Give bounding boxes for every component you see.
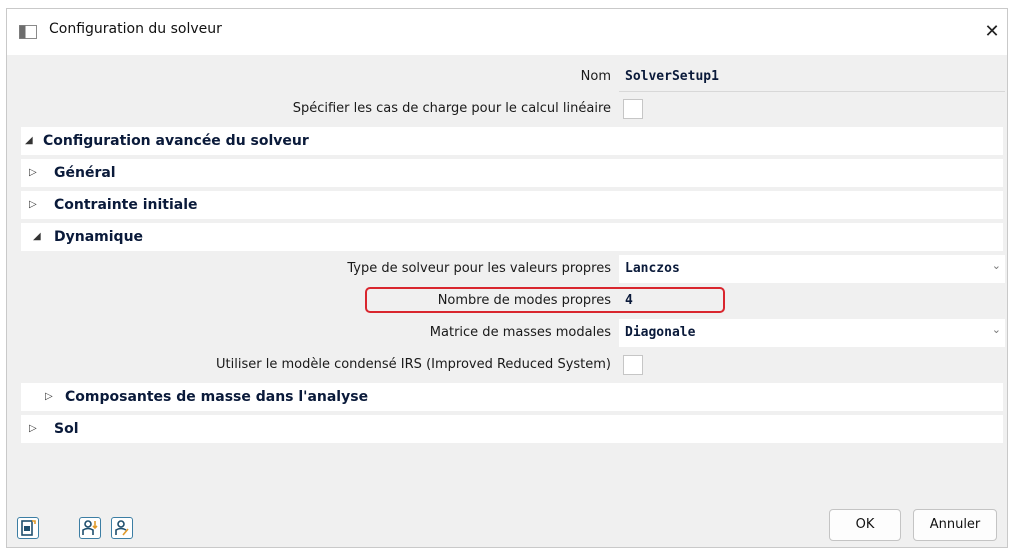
title-bar: Configuration du solveur ✕ — [7, 9, 1007, 55]
dialog-title: Configuration du solveur — [49, 21, 222, 37]
nom-label: Nom — [580, 69, 611, 84]
expanded-icon: ◢ — [33, 231, 41, 242]
expanded-icon: ◢ — [25, 135, 33, 146]
row-type-solveur: Type de solveur pour les valeurs propres… — [21, 255, 1005, 284]
row-matrice: Matrice de masses modales Diagonale ⌄ — [21, 319, 1005, 348]
sort-users-icon-glyph — [82, 520, 98, 535]
window-icon — [19, 25, 37, 39]
section-label: Configuration avancée du solveur — [43, 133, 309, 149]
chevron-down-icon: ⌄ — [991, 259, 1001, 272]
section-dynamique[interactable]: ◢ Dynamique — [21, 223, 1003, 251]
collapsed-icon: ▷ — [45, 391, 53, 402]
user-filter-icon[interactable] — [111, 517, 133, 539]
row-specifier: Spécifier les cas de charge pour le calc… — [21, 95, 1003, 124]
row-irs: Utiliser le modèle condensé IRS (Improve… — [21, 351, 1003, 380]
highlight-box — [365, 287, 725, 313]
export-document-icon-glyph — [21, 520, 36, 536]
collapsed-icon: ▷ — [29, 199, 37, 210]
section-general[interactable]: ▷ Général — [21, 159, 1003, 187]
row-nom: Nom SolverSetup1 — [21, 63, 1005, 92]
section-label: Dynamique — [54, 229, 144, 245]
close-button[interactable]: ✕ — [977, 15, 1007, 49]
specifier-label: Spécifier les cas de charge pour le calc… — [292, 101, 611, 116]
ok-button[interactable]: OK — [829, 509, 901, 541]
nom-field[interactable]: SolverSetup1 — [619, 63, 1005, 91]
section-label: Composantes de masse dans l'analyse — [65, 389, 369, 405]
chevron-down-icon: ⌄ — [991, 323, 1001, 336]
export-document-icon[interactable] — [17, 517, 39, 539]
matrice-label: Matrice de masses modales — [429, 325, 611, 340]
matrice-value: Diagonale — [625, 325, 696, 340]
section-composantes[interactable]: ▷ Composantes de masse dans l'analyse — [21, 383, 1003, 411]
nom-value: SolverSetup1 — [625, 69, 719, 84]
section-config-avancee[interactable]: ◢ Configuration avancée du solveur — [21, 127, 1003, 155]
close-icon: ✕ — [984, 21, 1000, 42]
property-grid: Nom SolverSetup1 Spécifier les cas de ch… — [21, 63, 1005, 469]
cancel-button[interactable]: Annuler — [913, 509, 997, 541]
specifier-checkbox[interactable] — [623, 99, 643, 119]
collapsed-icon: ▷ — [29, 423, 37, 434]
type-solveur-value: Lanczos — [625, 261, 680, 276]
solver-config-dialog: Configuration du solveur ✕ Nom SolverSet… — [6, 8, 1008, 548]
section-label: Contrainte initiale — [54, 197, 198, 213]
irs-checkbox[interactable] — [623, 355, 643, 375]
matrice-select[interactable]: Diagonale ⌄ — [619, 319, 1005, 347]
section-sol[interactable]: ▷ Sol — [21, 415, 1003, 443]
irs-label: Utiliser le modèle condensé IRS (Improve… — [216, 357, 611, 372]
type-solveur-label: Type de solveur pour les valeurs propres — [347, 261, 611, 276]
section-label: Sol — [54, 421, 79, 437]
type-solveur-select[interactable]: Lanczos ⌄ — [619, 255, 1005, 283]
section-contrainte[interactable]: ▷ Contrainte initiale — [21, 191, 1003, 219]
sort-users-icon[interactable] — [79, 517, 101, 539]
row-divider — [619, 91, 1005, 92]
section-label: Général — [54, 165, 116, 181]
user-filter-icon-glyph — [115, 520, 129, 536]
collapsed-icon: ▷ — [29, 167, 37, 178]
